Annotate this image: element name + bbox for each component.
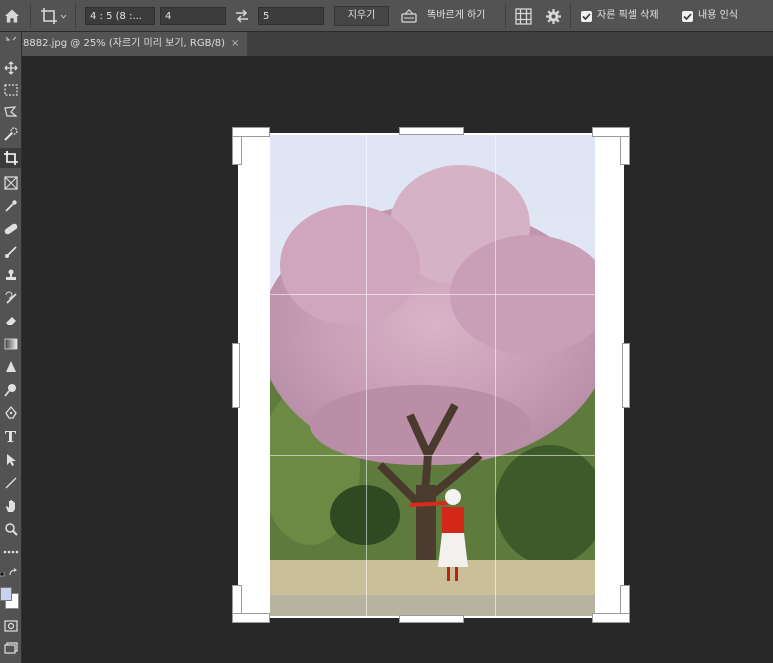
crop-tool[interactable] [0, 148, 21, 168]
dodge-icon [3, 384, 16, 397]
foreground-color-swatch[interactable] [0, 587, 12, 601]
checkmark-icon [582, 13, 591, 21]
zoom-icon [4, 523, 18, 536]
brush-icon [4, 246, 17, 258]
clear-button[interactable]: 지우기 [334, 6, 389, 26]
crop-handle-bottom-left-h[interactable] [233, 614, 269, 622]
divider [570, 4, 571, 28]
content-aware-checkbox[interactable] [682, 11, 693, 22]
blur-tool[interactable] [0, 357, 21, 377]
move-icon [4, 61, 17, 75]
zoom-tool[interactable] [0, 519, 21, 539]
panel-grip[interactable] [0, 35, 21, 43]
canvas-extension-left [238, 133, 270, 618]
crop-tool-preset-icon[interactable] [37, 5, 67, 27]
width-input-value: 4 [165, 11, 172, 22]
path-selection-tool[interactable] [0, 450, 21, 470]
delete-cropped-label[interactable]: 자른 픽셀 삭제 [597, 9, 659, 23]
thirds-grid-vertical-2 [495, 135, 496, 616]
collapse-icon [5, 36, 16, 41]
pen-tool[interactable] [0, 403, 21, 423]
lasso-icon [3, 106, 18, 117]
marquee-tool[interactable] [0, 80, 21, 100]
divider [30, 4, 31, 28]
divider [505, 4, 506, 28]
frame-icon [3, 176, 18, 190]
options-bar: 4 : 5 (8 :... 4 5 지우기 똑바르게 하기 자른 픽셀 삭제 내… [0, 0, 773, 32]
rectangle-marquee-icon [3, 84, 18, 96]
bandage-icon [4, 223, 17, 235]
thirds-grid-vertical-1 [366, 135, 367, 616]
type-tool[interactable]: T [0, 427, 21, 447]
overlay-grid-icon[interactable] [515, 8, 532, 25]
pen-icon [4, 406, 17, 419]
history-brush-tool[interactable] [0, 288, 21, 308]
crop-handle-bottom-right-h[interactable] [593, 614, 629, 622]
move-tool[interactable] [0, 58, 21, 78]
healing-brush-tool[interactable] [0, 219, 21, 239]
screen-mode-icon [3, 642, 18, 654]
delete-cropped-checkbox[interactable] [581, 11, 592, 22]
tools-panel: T [0, 32, 22, 663]
close-tab-button[interactable]: × [231, 32, 239, 56]
line-tool[interactable] [0, 473, 21, 493]
quick-selection-tool[interactable] [0, 124, 21, 144]
ratio-select-value: 4 : 5 (8 :... [90, 11, 142, 22]
quick-selection-icon [3, 127, 18, 141]
crop-handle-top-right-h[interactable] [593, 128, 629, 136]
hand-tool[interactable] [0, 496, 21, 516]
document-tab-title: 8882.jpg @ 25% (자르기 미리 보기, RGB/8) [23, 38, 226, 49]
height-input[interactable]: 5 [258, 7, 324, 25]
width-input[interactable]: 4 [160, 7, 226, 25]
history-brush-icon [5, 291, 17, 304]
line-icon [5, 477, 16, 489]
stamp-icon [5, 269, 16, 280]
straighten-label[interactable]: 똑바르게 하기 [427, 9, 485, 23]
checkmark-icon [683, 13, 692, 21]
divider [75, 4, 76, 28]
gradient-icon [4, 338, 17, 350]
path-selection-arrow-icon [6, 454, 16, 466]
default-colors-icon[interactable] [0, 572, 6, 578]
quick-mask-icon [3, 620, 18, 632]
content-aware-label[interactable]: 내용 인식 [698, 9, 738, 23]
swap-colors-icon[interactable] [9, 568, 19, 577]
swap-icon[interactable] [234, 8, 250, 24]
eyedropper-tool[interactable] [0, 196, 21, 216]
gradient-tool[interactable] [0, 334, 21, 354]
clone-stamp-tool[interactable] [0, 265, 21, 285]
type-icon: T [4, 428, 17, 446]
canvas-extension-right [595, 133, 624, 618]
hand-icon [5, 500, 15, 512]
height-input-value: 5 [263, 11, 270, 22]
thirds-grid-horizontal-1 [240, 294, 622, 295]
document-tab[interactable]: 8882.jpg @ 25% (자르기 미리 보기, RGB/8) × [22, 32, 247, 56]
lasso-tool[interactable] [0, 102, 21, 122]
crop-icon [3, 151, 18, 165]
eyedropper-icon [4, 200, 17, 212]
crop-handle-left[interactable] [233, 344, 239, 407]
quick-mask-button[interactable] [0, 616, 21, 636]
crop-handle-right[interactable] [623, 344, 629, 407]
document-tab-bar: 8882.jpg @ 25% (자르기 미리 보기, RGB/8) × [22, 32, 773, 56]
eraser-icon [5, 317, 16, 325]
ratio-select[interactable]: 4 : 5 (8 :... [85, 7, 155, 25]
photo-cherry-blossom [270, 135, 595, 617]
screen-mode-button[interactable] [0, 638, 21, 658]
dodge-tool[interactable] [0, 380, 21, 400]
eraser-tool[interactable] [0, 311, 21, 331]
crop-handle-top[interactable] [400, 128, 463, 134]
blur-drop-icon [5, 361, 16, 372]
crop-handle-bottom[interactable] [400, 616, 463, 622]
straighten-icon[interactable] [400, 8, 418, 24]
gear-icon[interactable] [545, 8, 562, 25]
frame-tool[interactable] [0, 173, 21, 193]
more-tools-button[interactable] [0, 542, 21, 562]
brush-tool[interactable] [0, 242, 21, 262]
home-icon[interactable] [2, 6, 22, 26]
thirds-grid-horizontal-2 [240, 455, 622, 456]
more-dots-icon [3, 550, 18, 554]
crop-handle-top-left-h[interactable] [233, 128, 269, 136]
